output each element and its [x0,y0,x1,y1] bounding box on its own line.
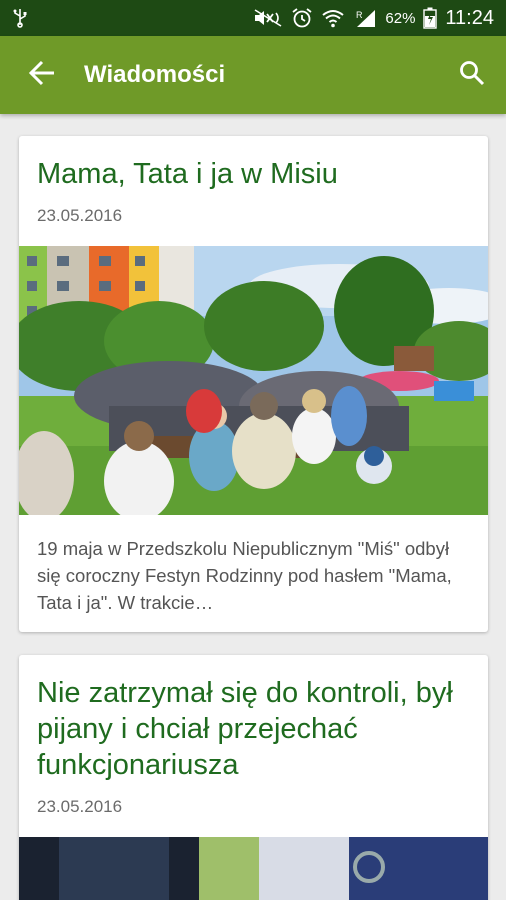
article-title[interactable]: Nie zatrzymał się do kontroli, był pijan… [19,655,488,783]
article-photo[interactable] [19,837,488,900]
signal-icon: R [353,8,377,28]
app-bar: Wiadomości [0,36,506,114]
alarm-icon [291,7,313,29]
article-card[interactable]: Mama, Tata i ja w Misiu 23.05.2016 19 ma… [19,136,488,632]
article-photo[interactable] [19,246,488,515]
wifi-icon [321,8,345,28]
article-card[interactable]: Nie zatrzymał się do kontroli, był pijan… [19,655,488,900]
news-feed[interactable]: Mama, Tata i ja w Misiu 23.05.2016 19 ma… [0,114,506,900]
article-title[interactable]: Mama, Tata i ja w Misiu [19,136,488,192]
page-title: Wiadomości [84,61,226,88]
search-button[interactable] [444,47,500,103]
clock: 11:24 [445,6,494,29]
svg-text:R: R [356,10,363,20]
arrow-back-icon [28,59,56,92]
status-bar: R 62% 11:24 [0,0,506,36]
back-button[interactable] [12,45,72,105]
battery-icon [423,7,438,29]
search-icon [459,60,485,91]
article-excerpt: 19 maja w Przedszkolu Niepublicznym "Miś… [37,538,452,613]
article-date: 23.05.2016 [37,206,123,225]
mute-icon [253,8,283,28]
battery-percent: 62% [385,9,416,27]
article-date: 23.05.2016 [37,797,123,816]
usb-icon [12,8,28,28]
